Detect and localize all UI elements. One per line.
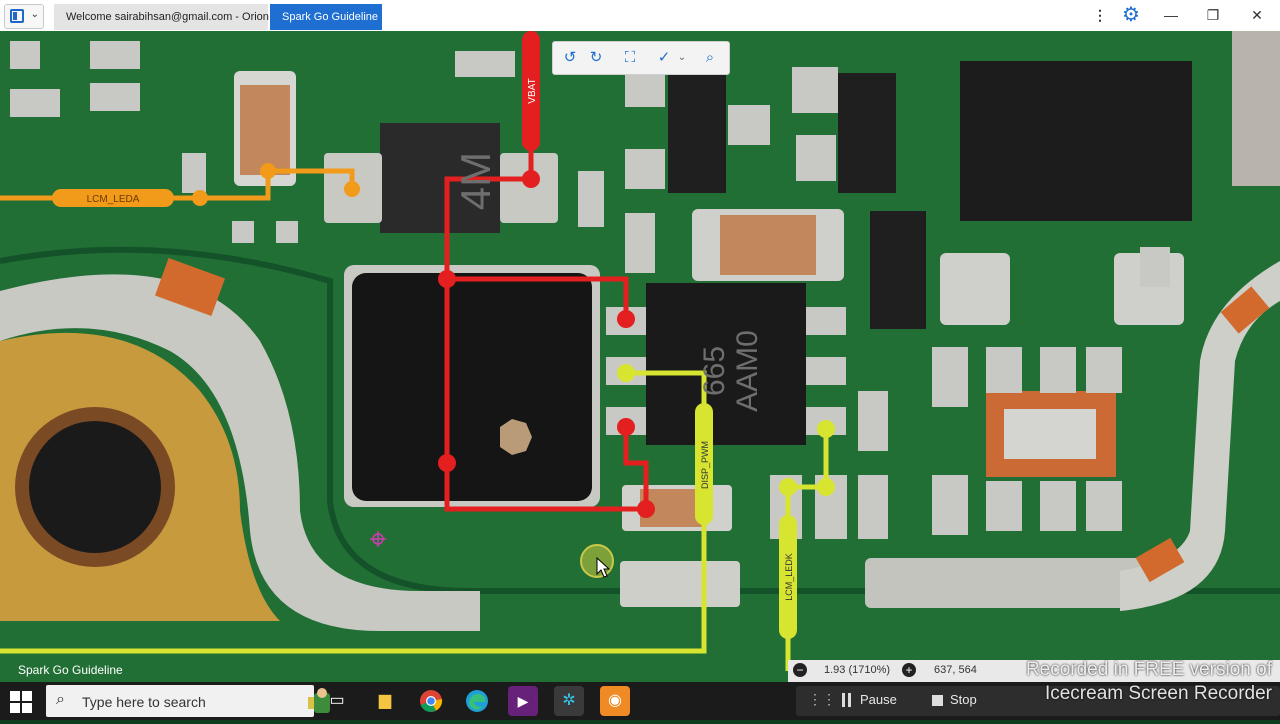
pcb-image: LCM_LEDA VBAT DISP_PWM LCM_LEDK 4M 665AA…	[0, 31, 1280, 682]
close-icon[interactable]: ✕	[1246, 4, 1268, 26]
file-explorer-icon[interactable]: ▆	[370, 686, 400, 716]
zoom-in-button[interactable]: +	[902, 663, 916, 677]
chrome-icon[interactable]	[416, 686, 446, 716]
chevron-down-icon[interactable]: ⌄	[671, 47, 693, 69]
coil-marking: 4M	[452, 152, 499, 210]
tab-welcome[interactable]: Welcome sairabihsan@gmail.com - Orion	[54, 4, 269, 30]
title-bar: ⌄ Welcome sairabihsan@gmail.com - Orion …	[0, 0, 1280, 32]
label-lcm-ledk: LCM_LEDK	[784, 553, 794, 601]
drag-handle-icon[interactable]: ⋮⋮	[808, 691, 836, 708]
tab-spark-go-guideline[interactable]: Spark Go Guideline	[270, 4, 382, 30]
cursor-coordinates: 637, 564	[934, 664, 977, 676]
search-icon[interactable]: ⌕	[699, 47, 721, 69]
fit-screen-icon[interactable]: ⛶	[619, 47, 641, 69]
label-disp-pwm: DISP_PWM	[700, 441, 710, 489]
settings-gear-icon[interactable]: ⚙	[1120, 4, 1142, 26]
zoom-value: 1.93 (1710%)	[824, 664, 891, 676]
pause-button[interactable]: Pause	[860, 692, 897, 707]
rotate-left-icon[interactable]: ↺	[559, 47, 581, 69]
search-placeholder: Type here to search	[82, 694, 206, 710]
icecream-recorder-icon[interactable]: ◉	[600, 686, 630, 716]
search-icon: ⌕	[56, 691, 65, 708]
board-viewer[interactable]: LCM_LEDA VBAT DISP_PWM LCM_LEDK 4M 665AA…	[0, 31, 1280, 682]
minimize-icon[interactable]: —	[1160, 4, 1182, 26]
recorder-watermark-line2: Icecream Screen Recorder	[1044, 683, 1272, 704]
taskbar-search-box[interactable]: ⌕ Type here to search	[46, 685, 330, 717]
maximize-icon[interactable]: ❐	[1202, 4, 1224, 26]
orion-app-icon[interactable]: ✲	[554, 686, 584, 716]
app-menu-button[interactable]: ⌄	[4, 4, 44, 29]
recorder-watermark-line1: Recorded in FREE version of	[1025, 659, 1272, 680]
task-view-icon[interactable]: ▭	[322, 686, 352, 716]
zoom-out-button[interactable]: −	[793, 663, 807, 677]
chevron-down-icon: ⌄	[30, 9, 39, 20]
app-menu-icon	[10, 9, 24, 23]
label-lcm-leda: LCM_LEDA	[87, 194, 140, 205]
board-watermark: Spark Go Guideline	[18, 663, 123, 677]
windows-start-icon[interactable]	[10, 691, 32, 713]
recorder-watermark: Recorded in FREE version of Icecream Scr…	[972, 658, 1272, 706]
edge-icon[interactable]	[462, 686, 492, 716]
viewer-toolbar: ↺ ↻ ⛶ ✓ ⌄ ⌕	[552, 41, 730, 75]
kebab-menu-icon[interactable]: ⋮	[1089, 4, 1111, 26]
pause-icon[interactable]	[842, 693, 851, 707]
rotate-right-icon[interactable]: ↻	[585, 47, 607, 69]
stop-icon[interactable]	[932, 695, 943, 706]
visual-studio-icon[interactable]: ▶	[508, 686, 538, 716]
label-vbat: VBAT	[527, 78, 538, 103]
